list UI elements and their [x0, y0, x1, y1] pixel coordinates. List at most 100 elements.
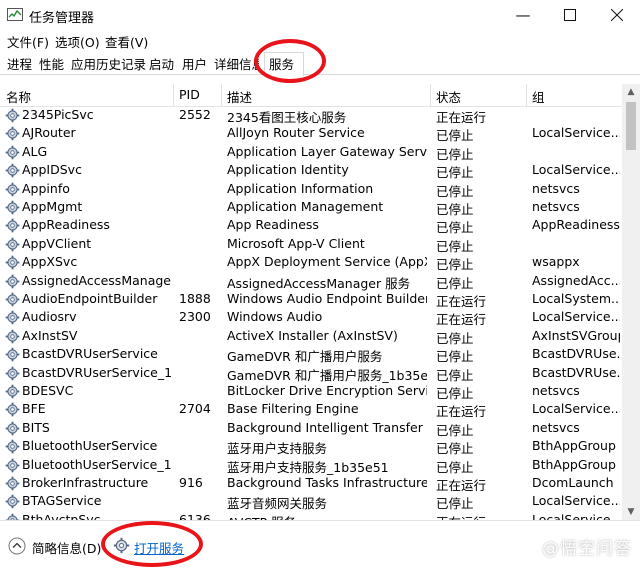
service-name: BcastDVRUserService [22, 346, 158, 362]
service-description: AppX Deployment Service (AppX... [227, 254, 427, 270]
column-pid[interactable]: PID [179, 87, 200, 102]
column-name[interactable]: 名称 [6, 87, 31, 106]
service-name: AppIDSvc [22, 162, 82, 178]
minimize-button[interactable]: — [500, 0, 546, 30]
table-row[interactable]: BTAGService 蓝牙音频网关服务 已停止 LocalService... [0, 492, 622, 511]
table-row[interactable]: BcastDVRUserService GameDVR 和广播用户服务 已停止 Bca… [0, 345, 622, 365]
service-group: BthAppGroup [532, 456, 616, 472]
scroll-down-icon[interactable]: ▼ [622, 504, 640, 520]
service-gear-icon [5, 458, 20, 473]
service-group: netsvcs [532, 199, 580, 214]
open-services-link[interactable]: 打开服务 [134, 538, 184, 557]
table-row[interactable]: Audiosrv 2300 Windows Audio 正在运行 LocalServic… [0, 308, 622, 327]
tab-startup[interactable]: 启动 [149, 54, 174, 73]
service-status: 已停止 [436, 128, 474, 144]
tab-users[interactable]: 用户 [182, 54, 207, 73]
service-group: LocalSystem... [532, 291, 620, 306]
table-row[interactable]: AppMgmt Application Management 已停止 netsvcs [0, 198, 622, 217]
service-description: Base Filtering Engine [227, 401, 359, 417]
service-group: AppReadiness [532, 217, 620, 233]
service-name: BluetoothUserService [22, 438, 158, 454]
service-group: netsvcs [532, 419, 580, 435]
table-row[interactable]: BluetoothUserService_1... 蓝牙用户支持服务_1b35e5… [0, 456, 622, 475]
table-row[interactable]: AppVClient Microsoft App-V Client 已停止 [0, 235, 622, 254]
column-group[interactable]: 组 [532, 87, 545, 106]
menu-file[interactable]: 文件(F) [7, 32, 49, 51]
tab-processes[interactable]: 进程 [7, 54, 32, 73]
service-description: GameDVR 和广播用户服务 [227, 349, 383, 365]
watermark: @悟空问答 [542, 539, 632, 559]
service-pid: 2704 [179, 401, 211, 417]
service-description: App Readiness [227, 217, 319, 233]
maximize-button[interactable] [547, 0, 593, 30]
collapse-chevron-icon[interactable] [8, 537, 26, 555]
service-gear-icon [5, 108, 20, 123]
column-divider[interactable] [526, 84, 527, 106]
service-status: 已停止 [436, 257, 474, 273]
service-description: Background Intelligent Transfer S... [227, 419, 427, 435]
table-row[interactable]: BluetoothUserService 蓝牙用户支持服务 已停止 BthAppGro… [0, 437, 622, 456]
service-group: netsvcs [532, 383, 580, 398]
service-gear-icon [5, 182, 20, 197]
scroll-up-icon[interactable]: ▲ [622, 84, 640, 100]
service-status: 已停止 [436, 275, 474, 291]
table-row[interactable]: 2345PicSvc 2552 2345看图王核心服务 正在运行 [0, 106, 622, 125]
table-row[interactable]: AJRouter AllJoyn Router Service 已停止 LocalSe… [0, 124, 622, 144]
table-row[interactable]: AssignedAccessManager... AssignedAccessMa… [0, 272, 622, 291]
service-name: BrokerInfrastructure [22, 475, 149, 490]
column-status[interactable]: 状态 [436, 87, 461, 106]
table-row[interactable]: AudioEndpointBuilder 1888 Windows Audio En… [0, 290, 622, 309]
service-description: Windows Audio [227, 309, 323, 325]
table-row[interactable]: BthAvctpSvc 6136 AVCTP 服务 正在运行 LocalService.… [0, 511, 622, 520]
column-divider[interactable] [173, 84, 174, 106]
table-row[interactable]: AppReadiness App Readiness 已停止 AppReadiness [0, 216, 622, 235]
service-gear-icon [5, 402, 20, 417]
table-row[interactable]: BFE 2704 Base Filtering Engine 正在运行 LocalSer… [0, 400, 622, 419]
services-gear-icon [113, 537, 130, 554]
menu-view[interactable]: 查看(V) [105, 32, 148, 51]
table-row[interactable]: AxInstSV ActiveX Installer (AxInstSV) 已停止 A… [0, 327, 622, 346]
service-name: ALG [22, 143, 48, 159]
table-row[interactable]: Appinfo Application Information 已停止 netsvcs [0, 180, 622, 199]
service-status: 已停止 [436, 367, 474, 383]
service-status: 已停止 [436, 459, 474, 475]
table-row[interactable]: AppXSvc AppX Deployment Service (AppX... 已… [0, 253, 622, 273]
table-row[interactable]: ALG Application Layer Gateway Service 已停止 [0, 143, 622, 162]
tab-performance[interactable]: 性能 [39, 54, 64, 73]
service-name: 2345PicSvc [22, 107, 94, 122]
table-row[interactable]: BcastDVRUserService_1b... GameDVR 和广播用户服务… [0, 364, 622, 383]
column-divider[interactable] [221, 84, 222, 106]
service-gear-icon [5, 439, 20, 454]
table-row[interactable]: BDESVC BitLocker Drive Encryption Service… [0, 382, 622, 401]
service-description: ActiveX Installer (AxInstSV) [227, 327, 398, 343]
service-group: LocalService... [532, 511, 620, 520]
tab-app-history[interactable]: 应用历史记录 [71, 54, 146, 73]
service-gear-icon [5, 366, 20, 381]
table-row[interactable]: BITS Background Intelligent Transfer S...… [0, 419, 622, 438]
service-description: 蓝牙用户支持服务_1b35e51 [227, 459, 389, 475]
menu-options[interactable]: 选项(O) [55, 32, 100, 51]
table-row[interactable]: AppIDSvc Application Identity 已停止 LocalServ… [0, 161, 622, 180]
vertical-scrollbar[interactable]: ▲ ▼ [622, 84, 640, 520]
service-gear-icon [5, 274, 20, 289]
service-group: wsappx [532, 254, 580, 270]
close-button[interactable] [594, 0, 640, 30]
fewer-details-button[interactable]: 简略信息(D) [32, 538, 101, 557]
service-status: 正在运行 [436, 294, 487, 309]
service-name: AppXSvc [22, 254, 78, 270]
service-group: BcastDVRUse... [532, 346, 620, 362]
service-pid: 1888 [179, 291, 211, 306]
service-gear-icon [5, 126, 20, 141]
column-header: 名称 PID 描述 状态 组 [0, 84, 640, 107]
service-gear-icon [5, 347, 20, 362]
service-status: 已停止 [436, 422, 474, 438]
tab-details[interactable]: 详细信息 [214, 54, 259, 73]
service-description: GameDVR 和广播用户服务_1b35e51 [227, 367, 427, 383]
maximize-icon [564, 9, 576, 21]
column-divider[interactable] [430, 84, 431, 106]
tab-services[interactable]: 服务 [269, 54, 294, 73]
service-description: Application Management [227, 199, 384, 214]
column-description[interactable]: 描述 [227, 87, 252, 106]
scroll-thumb[interactable] [626, 102, 636, 150]
table-row[interactable]: BrokerInfrastructure 916 Background Tasks … [0, 474, 622, 493]
